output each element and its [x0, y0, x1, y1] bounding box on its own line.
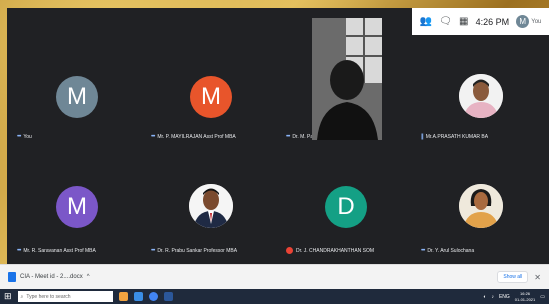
participant-tile[interactable]: ••• Dr. R. Prabu Sankar Professor MBA — [147, 142, 275, 260]
volume-icon[interactable]: ♪ — [491, 294, 494, 300]
self-avatar: M — [516, 15, 530, 28]
search-placeholder: Type here to search — [26, 293, 71, 300]
avatar: M — [56, 186, 98, 228]
participant-name: ••• Mr. P. MAYILRAJAN Asst Prof MBA — [151, 134, 236, 140]
avatar: D — [325, 186, 367, 228]
participant-name: ••• Dr. R. Prabu Sankar Professor MBA — [151, 248, 238, 254]
download-item[interactable]: CIA - Meet id - 2....docx ^ — [8, 272, 90, 282]
file-explorer-icon[interactable] — [118, 292, 128, 301]
word-icon[interactable] — [163, 292, 173, 301]
participant-name: ••• You — [17, 134, 32, 140]
download-file-name: CIA - Meet id - 2....docx — [20, 274, 83, 280]
audio-indicator-icon: ||| — [421, 134, 424, 140]
chat-icon[interactable]: 🗨 — [439, 16, 452, 27]
language-indicator[interactable]: ENG — [499, 294, 510, 300]
video-feed-icon — [312, 18, 382, 140]
participant-name: Dr. J. CHANDRAKHANTHAN SOM — [286, 247, 374, 254]
word-file-icon — [8, 272, 16, 282]
participant-video — [312, 18, 382, 140]
audio-indicator-icon: ••• — [421, 248, 425, 254]
person-photo-icon — [459, 74, 503, 118]
edge-icon[interactable] — [133, 292, 143, 301]
audio-indicator-icon: ••• — [17, 248, 21, 254]
participant-tile[interactable]: M ••• Mr. P. MAYILRAJAN Asst Prof MBA — [147, 28, 275, 146]
taskbar-clock[interactable]: 16:26 01-01-2021 — [515, 291, 535, 303]
participant-tile[interactable]: M ••• You — [13, 28, 141, 146]
avatar: M — [190, 76, 232, 118]
network-icon[interactable]: ◐ — [483, 294, 486, 300]
person-photo-icon — [189, 184, 233, 228]
system-tray: ◐ ♪ ENG 16:26 01-01-2021 ▭ — [483, 291, 545, 303]
close-icon[interactable]: ✕ — [534, 273, 541, 282]
chevron-up-icon[interactable]: ^ — [87, 274, 90, 280]
participant-tile[interactable]: M ••• Mr. R. Saravanan Asst Prof MBA — [13, 142, 141, 260]
people-icon[interactable]: 👥 — [420, 16, 432, 27]
windows-taskbar: ⊞ ⌕ Type here to search ◐ ♪ ENG 16:26 01… — [0, 289, 549, 304]
show-all-button[interactable]: Show all — [497, 271, 529, 283]
participant-name: ||| Mr.A.PRASATH KUMAR BA — [421, 134, 489, 140]
audio-indicator-icon: ••• — [17, 134, 21, 140]
muted-mic-icon — [286, 247, 293, 254]
activities-icon[interactable]: ▦ — [459, 16, 468, 27]
participant-name: ••• Dr. Y. Arul Sulochana — [421, 248, 475, 254]
audio-indicator-icon: ••• — [286, 134, 290, 140]
notifications-icon[interactable]: ▭ — [540, 294, 545, 300]
self-label: You — [531, 18, 542, 25]
audio-indicator-icon: ••• — [151, 248, 155, 254]
avatar — [459, 74, 503, 118]
meet-window: 👥 🗨 ▦ 4:26 PM M You M ••• You M ••• Mr. … — [7, 8, 549, 264]
search-icon: ⌕ — [20, 293, 24, 300]
downloads-bar: CIA - Meet id - 2....docx ^ Show all ✕ — [0, 264, 549, 289]
audio-indicator-icon: ••• — [151, 134, 155, 140]
participant-tile[interactable]: ••• Dr. Y. Arul Sulochana — [417, 142, 545, 260]
participant-tile[interactable]: ||| Mr.A.PRASATH KUMAR BA — [417, 28, 545, 146]
avatar — [459, 184, 503, 228]
avatar — [189, 184, 233, 228]
meeting-clock: 4:26 PM — [475, 16, 510, 27]
taskbar-search[interactable]: ⌕ Type here to search — [17, 291, 113, 302]
windows-start-icon[interactable]: ⊞ — [4, 291, 12, 302]
participant-tile[interactable]: D Dr. J. CHANDRAKHANTHAN SOM — [282, 142, 410, 260]
self-avatar-chip[interactable]: M You — [516, 15, 541, 28]
participant-name: ••• Mr. R. Saravanan Asst Prof MBA — [17, 248, 96, 254]
chrome-icon[interactable] — [148, 292, 158, 301]
person-photo-icon — [459, 184, 503, 228]
avatar: M — [56, 76, 98, 118]
